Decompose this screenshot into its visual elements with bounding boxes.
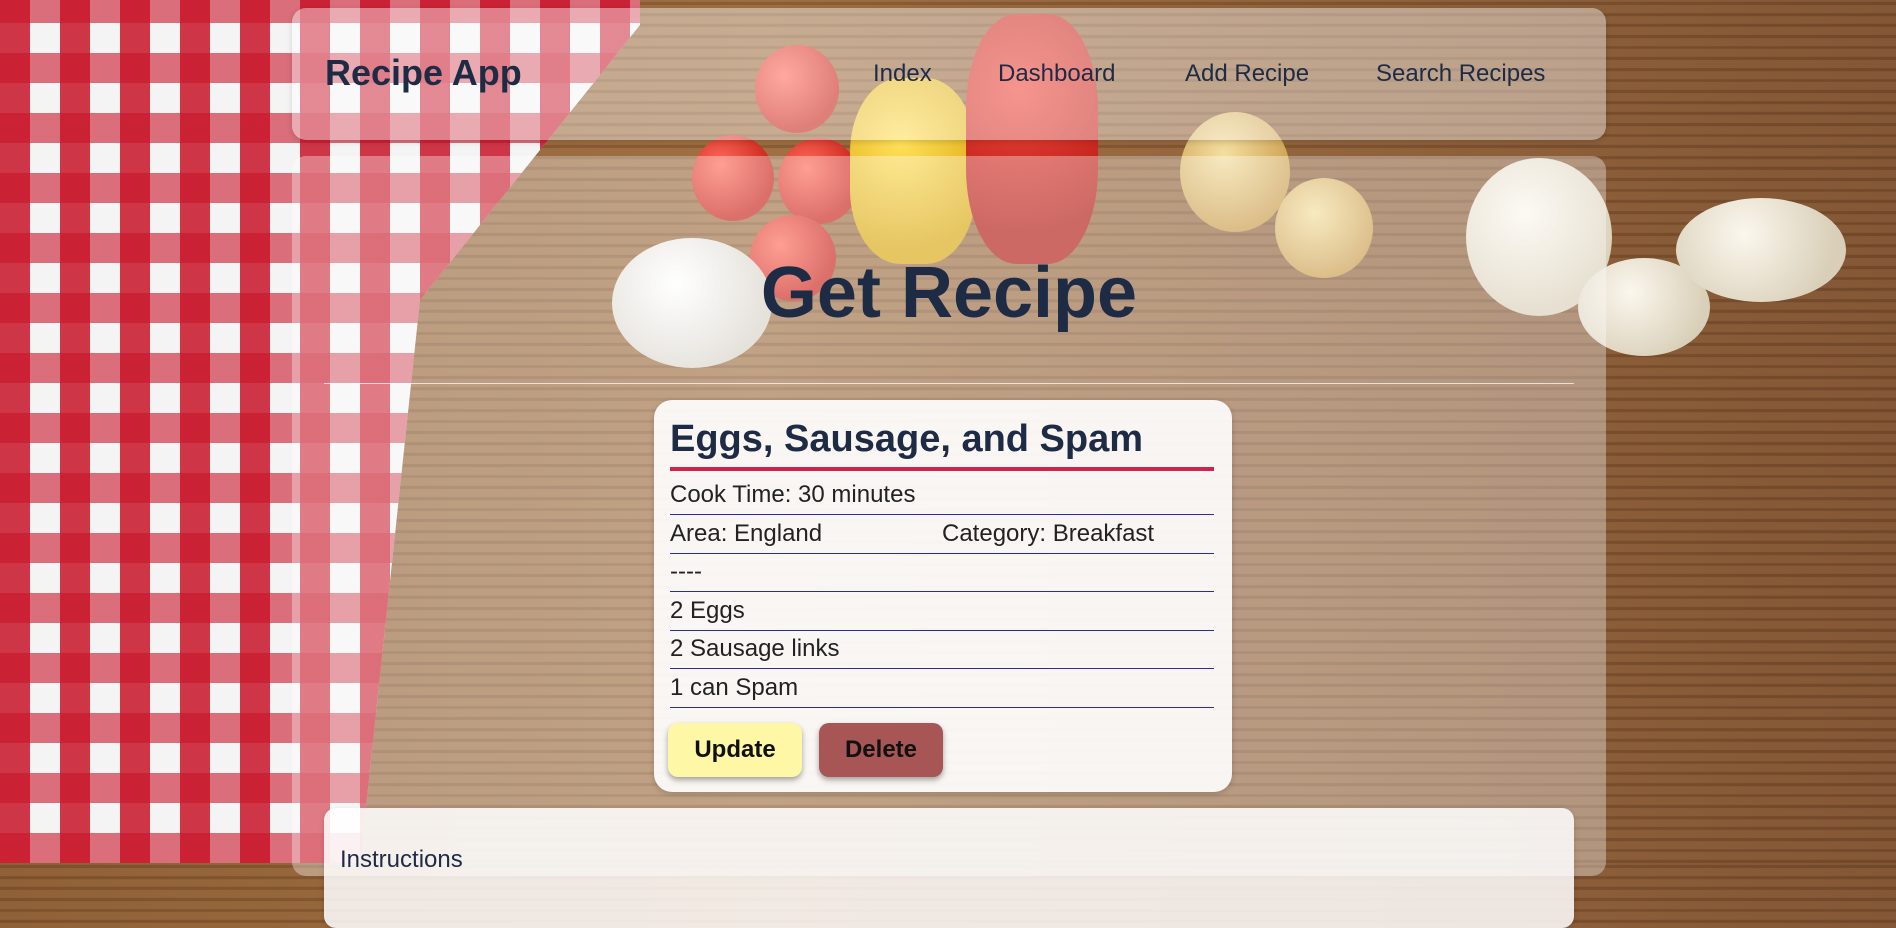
nav-link-dashboard[interactable]: Dashboard [998, 60, 1115, 88]
area-category-row: Area: England Category: Breakfast [670, 515, 1214, 554]
ingredient-item: 2 Eggs [670, 592, 1214, 631]
page-title: Get Recipe [760, 253, 1138, 333]
ingredient-item: 2 Sausage links [670, 630, 1214, 669]
ingredient-text: 2 Eggs [670, 597, 745, 624]
mushroom-decoration [1676, 198, 1846, 302]
top-navbar: Recipe App Index Dashboard Add Recipe Se… [292, 8, 1606, 140]
update-button[interactable]: Update [668, 723, 802, 777]
cook-time-row: Cook Time: 30 minutes [670, 476, 1214, 515]
category-text: Category: Breakfast [942, 520, 1155, 547]
ingredient-text: 1 can Spam [670, 674, 799, 701]
instructions-panel: Instructions [324, 808, 1574, 928]
cook-time-text: Cook Time: 30 minutes [670, 481, 916, 508]
recipe-name: Eggs, Sausage, and Spam [670, 418, 1214, 471]
ingredient-item: 1 can Spam [670, 669, 1214, 708]
separator-text: ---- [670, 558, 702, 585]
nav-link-search-recipes[interactable]: Search Recipes [1376, 60, 1545, 88]
ingredient-text: 2 Sausage links [670, 635, 840, 662]
nav-link-add-recipe[interactable]: Add Recipe [1185, 60, 1309, 88]
title-divider [324, 383, 1574, 384]
app-brand[interactable]: Recipe App [325, 52, 522, 94]
separator-row: ---- [670, 553, 1214, 592]
instructions-label: Instructions [340, 846, 463, 873]
nav-link-index[interactable]: Index [873, 60, 932, 88]
area-text: Area: England [670, 520, 823, 547]
delete-button[interactable]: Delete [819, 723, 943, 777]
main-panel: Get Recipe Eggs, Sausage, and Spam Cook … [292, 156, 1606, 928]
